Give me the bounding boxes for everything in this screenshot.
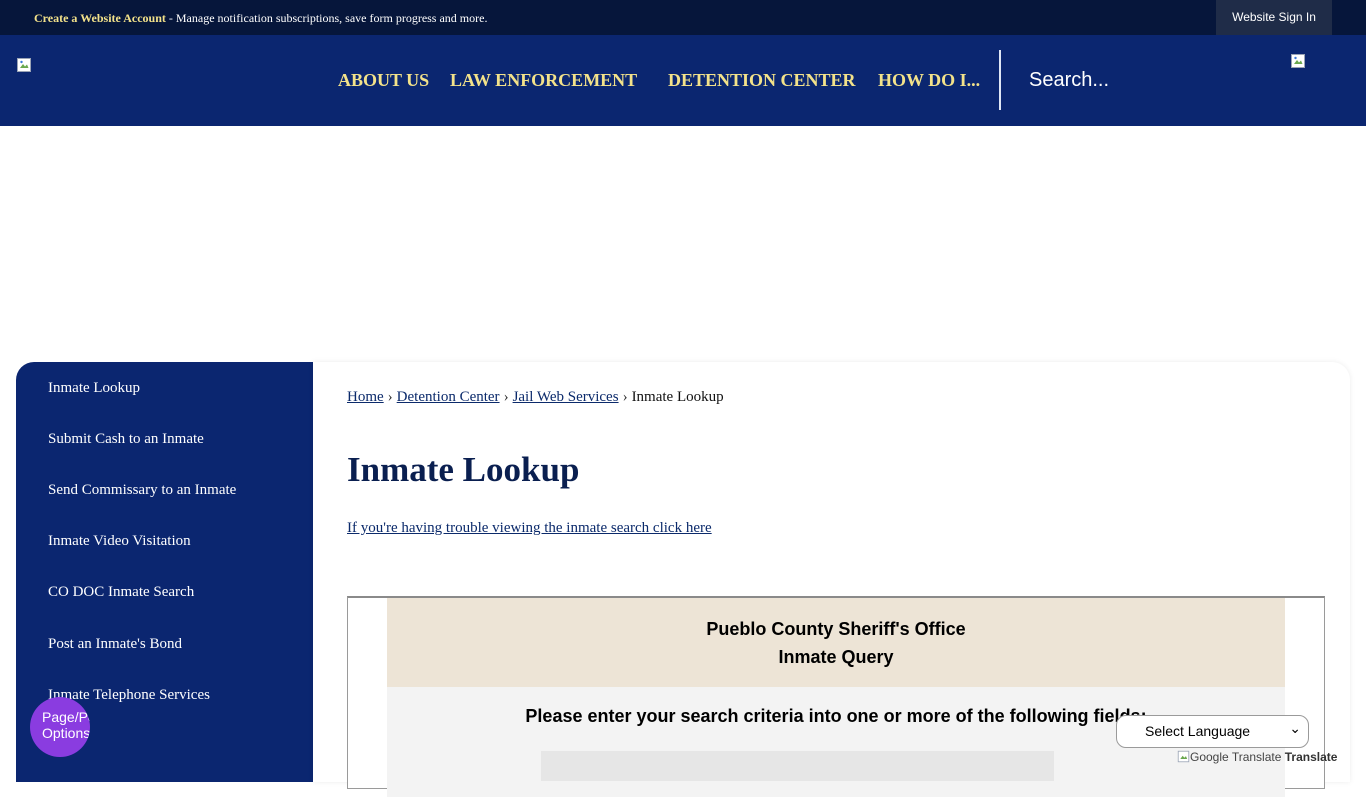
persona-image-alt: Page/Persona Options (42, 709, 90, 741)
query-subtitle: Inmate Query (778, 647, 894, 667)
breadcrumb-jail-web-services[interactable]: Jail Web Services (513, 389, 619, 405)
nav-detention-center[interactable]: DETENTION CENTER (668, 70, 856, 91)
site-search-input[interactable]: Search... (1029, 69, 1109, 92)
chevron-down-icon: ⌄ (1289, 720, 1301, 736)
query-field-row[interactable] (541, 751, 1054, 781)
search-icon (1291, 54, 1305, 68)
sidebar-item-submit-cash[interactable]: Submit Cash to an Inmate (48, 431, 204, 448)
nav-about-us[interactable]: ABOUT US (338, 70, 429, 91)
translate-label: Translate (1284, 750, 1338, 764)
language-select[interactable]: Select Language ⌄ (1116, 715, 1309, 748)
broken-image-icon (17, 58, 31, 72)
sidebar-item-video-visitation[interactable]: Inmate Video Visitation (48, 533, 191, 550)
search-button[interactable] (1290, 53, 1306, 69)
sidebar-item-inmate-lookup[interactable]: Inmate Lookup (48, 380, 140, 397)
language-select-value: Select Language (1145, 723, 1251, 739)
account-message: Create a Website Account - Manage notifi… (34, 11, 487, 26)
google-translate-attribution[interactable]: Google Translate Translate (1177, 750, 1337, 764)
create-account-link[interactable]: Create a Website Account (34, 11, 166, 25)
header-divider (999, 50, 1001, 110)
sidebar-item-co-doc-search[interactable]: CO DOC Inmate Search (48, 584, 194, 601)
breadcrumb-detention-center[interactable]: Detention Center (397, 389, 500, 405)
breadcrumb-home[interactable]: Home (347, 389, 384, 405)
google-translate-image-alt: Google Translate (1190, 750, 1282, 764)
top-utility-bar: Create a Website Account - Manage notifi… (0, 0, 1366, 35)
page-title: Inmate Lookup (347, 450, 580, 489)
nav-law-enforcement[interactable]: LAW ENFORCEMENT (450, 70, 637, 91)
breadcrumb-separator: › (503, 389, 509, 405)
query-org-name: Pueblo County Sheriff's Office (706, 619, 966, 639)
breadcrumb: Home › Detention Center › Jail Web Services ›… (347, 389, 724, 406)
inmate-search-help-link[interactable]: If you're having trouble viewing the inm… (347, 520, 712, 537)
site-header: ABOUT US LAW ENFORCEMENT DETENTION CENTE… (0, 35, 1366, 126)
broken-image-icon (1177, 750, 1190, 763)
website-sign-in-button[interactable]: Website Sign In (1216, 0, 1332, 35)
account-message-text: - Manage notification subscriptions, sav… (165, 11, 488, 25)
sidebar-item-send-commissary[interactable]: Send Commissary to an Inmate (48, 482, 236, 499)
site-logo[interactable] (16, 57, 32, 73)
query-header: Pueblo County Sheriff's Office Inmate Qu… (387, 598, 1285, 687)
sidebar-item-post-bond[interactable]: Post an Inmate's Bond (48, 636, 182, 653)
nav-how-do-i[interactable]: HOW DO I... (878, 70, 980, 91)
breadcrumb-separator: › (622, 389, 628, 405)
breadcrumb-separator: › (387, 389, 393, 405)
page-persona-options-button[interactable]: Page/Persona Options (30, 697, 90, 757)
breadcrumb-current: Inmate Lookup (631, 389, 724, 405)
